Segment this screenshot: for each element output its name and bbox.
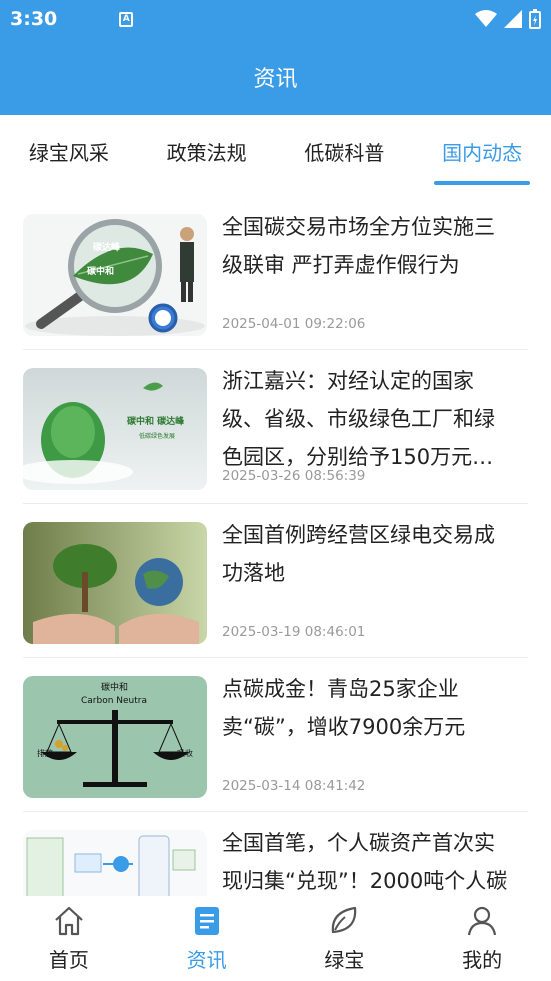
- article-item[interactable]: 全国首例跨经营区绿电交易成功落地 2025-03-19 08:46:01: [23, 504, 528, 658]
- article-title: 浙江嘉兴：对经认定的国家级、省级、市级绿色工厂和绿色园区，分别给予150万元奖励: [222, 369, 495, 469]
- category-tabs: 绿宝风采 政策法规 低碳科普 国内动态: [0, 115, 551, 187]
- article-thumbnail: 碳达峰 碳中和: [23, 214, 207, 336]
- nav-lvbao-label: 绿宝: [324, 948, 365, 972]
- thumbnail-text-2: 碳中和: [87, 265, 114, 277]
- home-icon: [55, 906, 83, 936]
- thumbnail-text-3: 排放: [37, 748, 53, 758]
- article-date: 2025-03-19 08:46:01: [222, 624, 366, 640]
- tab-policy[interactable]: 政策法规: [159, 115, 255, 187]
- nav-mine-label: 我的: [462, 948, 503, 972]
- leaf-icon: [332, 906, 357, 934]
- signal-icon: [504, 10, 522, 28]
- tab-domestic-news[interactable]: 国内动态: [434, 115, 531, 187]
- thumbnail-text-4: 吸收: [177, 748, 193, 758]
- status-time: 3:30: [10, 8, 58, 30]
- nav-lvbao[interactable]: 绿宝: [294, 904, 394, 973]
- nav-home-label: 首页: [48, 948, 89, 972]
- thumbnail-text-1: 碳中和: [101, 681, 128, 693]
- article-item[interactable]: 全国首笔，个人碳资产首次实现归集“兑现”！2000吨个人碳资产: [23, 812, 528, 896]
- user-icon: [468, 906, 497, 936]
- bottom-nav: 首页 资讯 绿宝 我的: [0, 896, 551, 981]
- nav-mine[interactable]: 我的: [432, 904, 532, 973]
- nav-home[interactable]: 首页: [19, 904, 119, 973]
- thumbnail-text-2: Carbon Neutra: [81, 696, 147, 706]
- article-item[interactable]: 碳中和 碳达峰 低碳绿色发展 浙江嘉兴：对经认定的国家级、省级、市级绿色工厂和绿…: [23, 350, 528, 504]
- article-thumbnail: [23, 522, 207, 644]
- article-thumbnail: 碳中和 碳达峰 低碳绿色发展: [23, 368, 207, 490]
- tab-lvbao-style[interactable]: 绿宝风采: [21, 115, 117, 187]
- news-icon: [194, 907, 219, 935]
- battery-icon: [529, 9, 541, 29]
- nav-news[interactable]: 资讯: [157, 904, 257, 973]
- article-thumbnail: [23, 830, 207, 896]
- thumbnail-text-2: 低碳绿色发展: [139, 432, 175, 440]
- article-item[interactable]: 碳达峰 碳中和 全国碳交易市场全方位实施三级联审 严打弄虚作假行为 2025-0…: [23, 196, 528, 350]
- wifi-icon: [475, 10, 497, 27]
- article-thumbnail: 碳中和 Carbon Neutra 排放 吸收: [23, 676, 207, 798]
- status-bar: 3:30 A: [0, 0, 551, 38]
- article-date: 2025-03-14 08:41:42: [222, 778, 366, 794]
- article-date: 2025-04-01 09:22:06: [222, 316, 366, 332]
- tab-low-carbon-science[interactable]: 低碳科普: [296, 115, 392, 187]
- article-title: 点碳成金！青岛25家企业卖“碳”，增收7900余万元: [222, 677, 466, 739]
- article-list: 碳达峰 碳中和 全国碳交易市场全方位实施三级联审 严打弄虚作假行为 2025-0…: [0, 196, 551, 896]
- thumbnail-text-1: 碳达峰: [93, 241, 121, 253]
- article-date: 2025-03-26 08:56:39: [222, 468, 366, 484]
- status-icons: [475, 9, 541, 29]
- nav-news-label: 资讯: [186, 948, 227, 972]
- article-title: 全国首笔，个人碳资产首次实现归集“兑现”！2000吨个人碳资产: [222, 831, 508, 893]
- article-title: 全国首例跨经营区绿电交易成功落地: [222, 523, 495, 585]
- article-title: 全国碳交易市场全方位实施三级联审 严打弄虚作假行为: [222, 215, 495, 277]
- page-title: 资讯: [0, 38, 551, 115]
- notification-icon: A: [119, 11, 134, 27]
- article-item[interactable]: 碳中和 Carbon Neutra 排放 吸收 点碳成金！青岛25家企业卖“碳”…: [23, 658, 528, 812]
- thumbnail-text-1: 碳中和 碳达峰: [127, 415, 185, 427]
